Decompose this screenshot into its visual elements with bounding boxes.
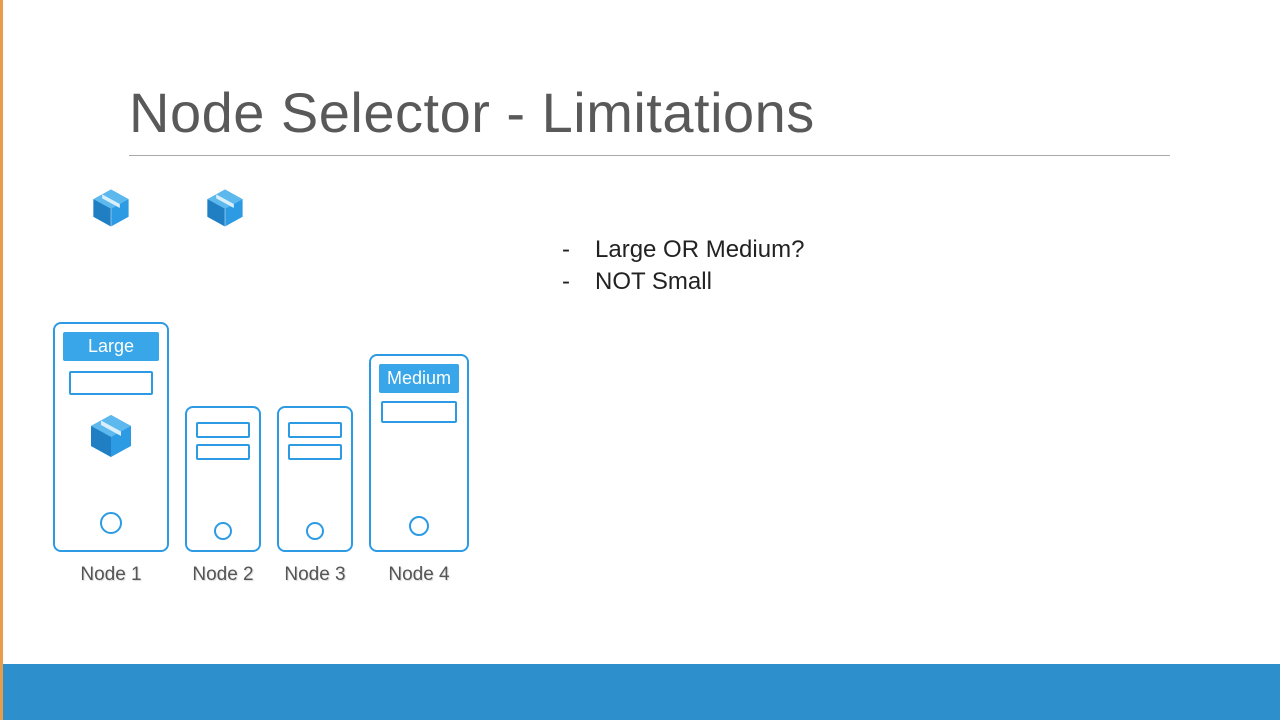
bullet-text: Large OR Medium? xyxy=(595,236,804,264)
package-icon xyxy=(86,411,136,466)
server-large: Large xyxy=(53,322,169,552)
bullet-dash: - xyxy=(559,236,573,264)
page-title: Node Selector - Limitations xyxy=(129,80,1170,145)
node-label: Node 3 xyxy=(284,564,345,586)
power-button-icon xyxy=(214,522,232,540)
node-label: Node 1 xyxy=(80,564,141,586)
content-area: - Large OR Medium? - NOT Small Large xyxy=(129,186,1170,606)
list-item: - NOT Small xyxy=(559,268,804,296)
size-badge-large: Large xyxy=(63,332,159,361)
nodes-diagram: Large Node 1 xyxy=(53,322,469,586)
server-small xyxy=(185,406,261,552)
package-icon xyxy=(203,186,247,235)
server-slot xyxy=(69,371,153,395)
power-button-icon xyxy=(409,516,429,536)
server-slot xyxy=(381,401,457,423)
list-item: - Large OR Medium? xyxy=(559,236,804,264)
bullet-dash: - xyxy=(559,268,573,296)
node-4: Medium Node 4 xyxy=(369,354,469,586)
node-label: Node 4 xyxy=(388,564,449,586)
node-2: Node 2 xyxy=(185,406,261,586)
title-divider xyxy=(129,155,1170,156)
server-slot xyxy=(196,444,250,460)
power-button-icon xyxy=(306,522,324,540)
power-button-icon xyxy=(100,512,122,534)
node-1: Large Node 1 xyxy=(53,322,169,586)
footer-accent-bar xyxy=(3,664,1280,720)
server-slot xyxy=(288,422,342,438)
size-badge-medium: Medium xyxy=(379,364,459,393)
server-slot xyxy=(288,444,342,460)
bullet-text: NOT Small xyxy=(595,268,712,296)
node-3: Node 3 xyxy=(277,406,353,586)
server-medium: Medium xyxy=(369,354,469,552)
limitation-list: - Large OR Medium? - NOT Small xyxy=(559,236,804,300)
floating-pods xyxy=(89,186,247,235)
server-slot xyxy=(196,422,250,438)
package-icon xyxy=(89,186,133,235)
slide: Node Selector - Limitations xyxy=(3,0,1280,606)
server-small xyxy=(277,406,353,552)
node-label: Node 2 xyxy=(192,564,253,586)
